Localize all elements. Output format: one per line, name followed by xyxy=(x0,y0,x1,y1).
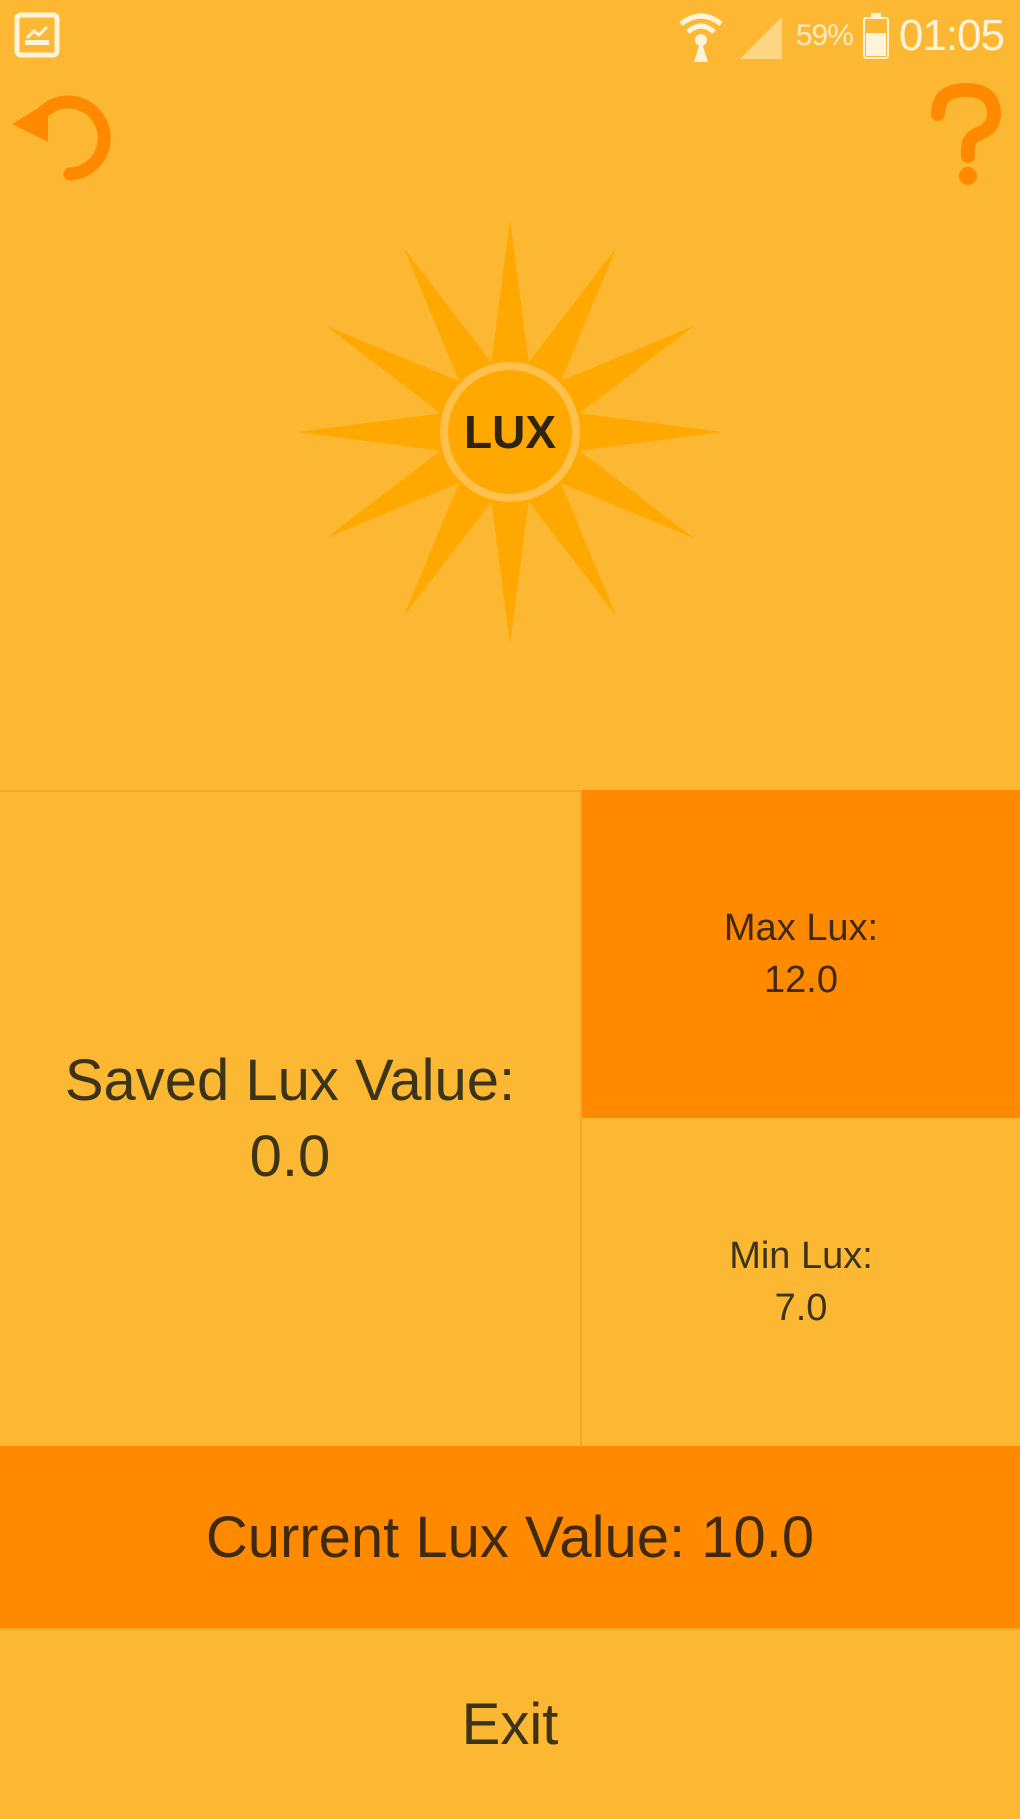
help-icon[interactable] xyxy=(926,82,1006,186)
current-lux-bar: Current Lux Value: 10.0 xyxy=(0,1446,1020,1628)
wifi-icon xyxy=(679,13,723,62)
battery-percent: 59% xyxy=(795,19,854,52)
min-lux-panel: Min Lux: 7.0 xyxy=(582,1118,1020,1446)
max-lux-label: Max Lux: xyxy=(723,907,879,949)
sun-logo: LUX xyxy=(290,216,730,646)
max-lux-value: 12.0 xyxy=(764,959,838,1001)
exit-button[interactable]: Exit xyxy=(0,1628,1020,1819)
status-time: 01:05 xyxy=(898,11,1005,60)
max-lux-panel: Max Lux: 12.0 xyxy=(582,790,1020,1118)
saved-lux-value: 0.0 xyxy=(249,1124,331,1189)
min-lux-label: Min Lux: xyxy=(729,1235,873,1277)
status-icons: 59% 01:05 xyxy=(676,6,1005,66)
saved-lux-label: Saved Lux Value: xyxy=(64,1048,516,1113)
exit-label: Exit xyxy=(461,1692,559,1757)
saved-lux-panel: Saved Lux Value: 0.0 xyxy=(0,790,582,1446)
sun-icon: LUX xyxy=(298,220,722,644)
min-lux-value: 7.0 xyxy=(774,1287,828,1329)
battery-icon xyxy=(862,13,889,59)
refresh-icon[interactable] xyxy=(8,84,120,184)
gallery-icon xyxy=(14,12,60,58)
logo-text: LUX xyxy=(464,406,556,458)
signal-icon xyxy=(739,17,782,59)
status-bar: 59% 01:05 xyxy=(0,0,1020,72)
current-lux-label: Current Lux Value: 10.0 xyxy=(205,1504,815,1570)
